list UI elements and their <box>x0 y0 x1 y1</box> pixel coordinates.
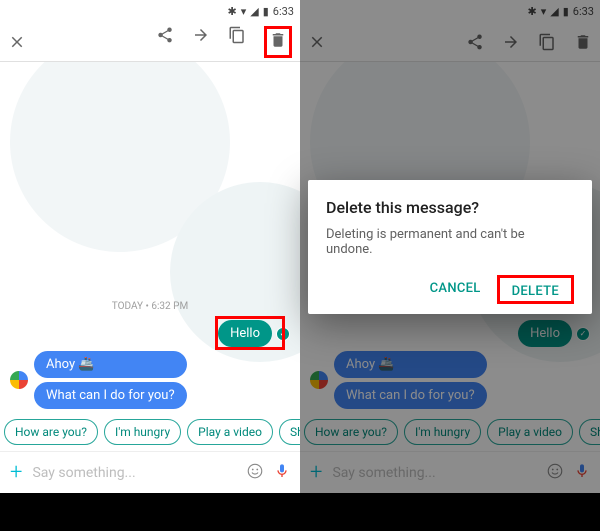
dialog-title: Delete this message? <box>326 198 574 217</box>
assistant-avatar-icon <box>10 371 28 389</box>
mic-button[interactable] <box>274 463 290 483</box>
status-bar: ✱ ▾ ◢ ▮ 6:33 <box>300 0 600 22</box>
share-button[interactable] <box>466 33 484 51</box>
received-bubble-1: Ahoy 🚢 <box>34 351 187 378</box>
add-button: + <box>310 460 322 485</box>
forward-icon <box>502 33 520 51</box>
forward-button[interactable] <box>192 26 210 44</box>
delete-dialog: Delete this message? Deleting is permane… <box>308 180 592 314</box>
timestamp: TODAY • 6:32 PM <box>10 301 290 312</box>
suggestion-chips: How are you? I'm hungry Play a video Sho… <box>300 413 600 451</box>
sent-bubble: Hello <box>518 320 572 347</box>
mic-icon <box>574 463 590 479</box>
delete-button-highlight <box>264 26 292 58</box>
close-icon <box>308 33 326 51</box>
nav-bar <box>0 493 300 531</box>
assistant-avatar-icon <box>310 371 328 389</box>
received-bubble-1: Ahoy 🚢 <box>334 351 487 378</box>
sent-message-row: Hello ✓ <box>310 320 590 347</box>
message-input: Say something... <box>332 465 536 481</box>
chip-how-are-you[interactable]: How are you? <box>4 419 98 445</box>
delete-button[interactable] <box>269 31 287 49</box>
share-button[interactable] <box>156 26 174 44</box>
close-button[interactable] <box>308 33 326 51</box>
sent-message-row[interactable]: Hello ✓ <box>10 320 290 347</box>
app-bar <box>300 22 600 62</box>
hello-highlight <box>215 316 285 350</box>
received-message-row[interactable]: Ahoy 🚢 What can I do for you? <box>10 351 290 409</box>
copy-icon <box>538 33 556 51</box>
trash-icon <box>269 31 287 49</box>
cancel-button[interactable]: CANCEL <box>422 275 489 304</box>
cell-icon: ◢ <box>250 5 258 18</box>
cell-icon: ◢ <box>550 5 558 18</box>
chat-area: TODAY • 6:32 PM Hello ✓ Ahoy 🚢 What can … <box>0 62 300 413</box>
mic-icon <box>274 463 290 479</box>
chip-how-are-you: How are you? <box>304 419 398 445</box>
copy-button[interactable] <box>538 33 556 51</box>
forward-icon <box>192 26 210 44</box>
share-icon <box>466 33 484 51</box>
suggestion-chips: How are you? I'm hungry Play a video Sho… <box>0 413 300 451</box>
emoji-button[interactable] <box>246 462 264 484</box>
message-input[interactable]: Say something... <box>32 465 236 481</box>
emoji-icon <box>546 462 564 480</box>
status-time: 6:33 <box>273 5 294 18</box>
chip-hungry[interactable]: I'm hungry <box>104 419 181 445</box>
received-bubble-2: What can I do for you? <box>34 382 187 409</box>
share-icon <box>156 26 174 44</box>
chip-play-video: Play a video <box>487 419 573 445</box>
delete-button[interactable] <box>574 33 592 51</box>
close-icon <box>8 33 26 51</box>
delete-confirm-button[interactable]: DELETE <box>504 278 567 305</box>
bluetooth-icon: ✱ <box>528 5 537 18</box>
app-bar <box>0 22 300 62</box>
battery-icon: ▮ <box>563 5 569 18</box>
input-bar: + Say something... <box>300 451 600 493</box>
add-button[interactable]: + <box>10 460 22 485</box>
dialog-body: Deleting is permanent and can't be undon… <box>326 227 574 257</box>
trash-icon <box>574 33 592 51</box>
wifi-icon: ▾ <box>541 5 547 18</box>
bluetooth-icon: ✱ <box>228 5 237 18</box>
wifi-icon: ▾ <box>241 5 247 18</box>
nav-bar <box>300 493 600 531</box>
received-message-row: Ahoy 🚢 What can I do for you? <box>310 351 590 409</box>
delete-confirm-highlight: DELETE <box>497 275 574 304</box>
mic-button <box>574 463 590 483</box>
forward-button[interactable] <box>502 33 520 51</box>
copy-button[interactable] <box>228 26 246 44</box>
input-bar: + Say something... <box>0 451 300 493</box>
status-time: 6:33 <box>573 5 594 18</box>
close-button[interactable] <box>8 33 26 51</box>
copy-icon <box>228 26 246 44</box>
delivered-icon: ✓ <box>576 327 590 341</box>
received-bubble-2: What can I do for you? <box>334 382 487 409</box>
emoji-icon <box>246 462 264 480</box>
chip-play-video[interactable]: Play a video <box>187 419 273 445</box>
status-bar: ✱ ▾ ◢ ▮ 6:33 <box>0 0 300 22</box>
chip-hungry: I'm hungry <box>404 419 481 445</box>
emoji-button <box>546 462 564 484</box>
chip-more[interactable]: Show me m <box>279 419 300 445</box>
chip-more: Show me m <box>579 419 600 445</box>
battery-icon: ▮ <box>263 5 269 18</box>
